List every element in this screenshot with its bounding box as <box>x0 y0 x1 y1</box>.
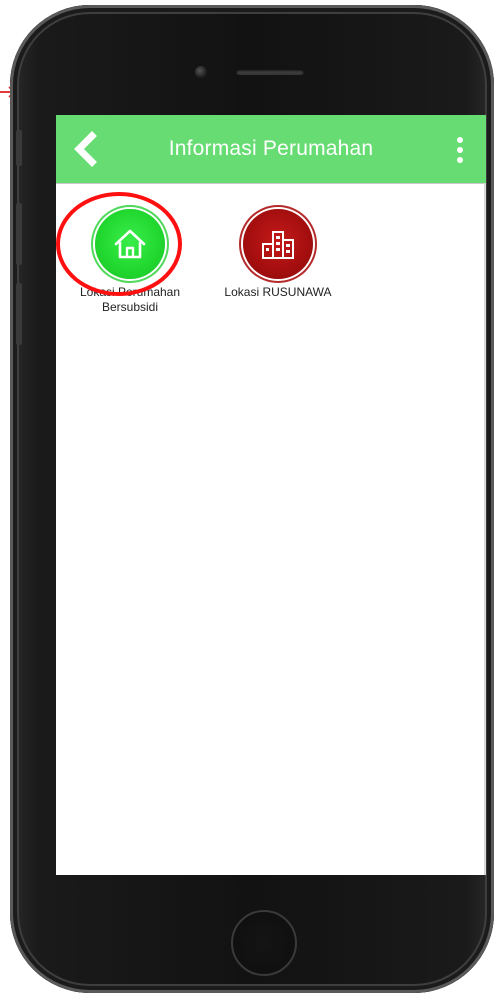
app-bar: Informasi Perumahan <box>56 115 486 184</box>
phone-frame: Informasi Perumahan Lokasi Perumahan Ber… <box>10 5 494 993</box>
overflow-menu-button[interactable] <box>448 133 472 167</box>
back-button[interactable] <box>68 131 104 167</box>
icon-badge <box>243 209 313 279</box>
scrollbar <box>484 183 486 875</box>
page-title: Informasi Perumahan <box>168 137 374 160</box>
app-screen: Informasi Perumahan Lokasi Perumahan Ber… <box>56 115 486 875</box>
menu-item-label: Lokasi Perumahan Bersubsidi <box>79 285 181 314</box>
icon-badge <box>95 209 165 279</box>
volume-down-button <box>16 283 22 345</box>
more-vert-icon <box>457 137 463 143</box>
front-camera <box>195 66 207 78</box>
menu-item-lokasi-rusunawa[interactable]: Lokasi RUSUNAWA <box>208 209 348 300</box>
mute-switch <box>16 130 22 166</box>
home-button[interactable] <box>231 910 297 976</box>
menu-item-label: Lokasi RUSUNAWA <box>224 285 332 299</box>
buildings-icon <box>262 231 294 259</box>
menu-item-lokasi-perumahan-bersubsidi[interactable]: Lokasi Perumahan Bersubsidi <box>60 209 200 315</box>
chevron-left-icon <box>74 131 97 167</box>
volume-up-button <box>16 203 22 265</box>
home-icon <box>114 229 146 259</box>
earpiece-speaker <box>236 69 304 75</box>
